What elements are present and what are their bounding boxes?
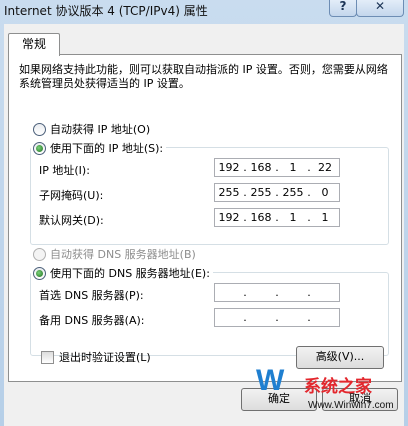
ip-octet-2: 168 <box>250 161 272 174</box>
gateway-input[interactable]: 192. 168. 1. 1 <box>214 208 340 227</box>
octet-dot: . <box>243 286 247 299</box>
ip-manual-label: 使用下面的 IP 地址(S): <box>50 142 164 155</box>
gw-octet-2: 168 <box>250 211 272 224</box>
octet-dot: . <box>307 286 311 299</box>
gw-octet-1: 192 <box>218 211 240 224</box>
subnet-mask-input[interactable]: 255. 255. 255. 0 <box>214 183 340 202</box>
help-button[interactable]: ? <box>329 0 357 17</box>
alternate-dns-label: 备用 DNS 服务器(A): <box>39 314 145 327</box>
ip-manual-radio[interactable] <box>33 141 46 155</box>
gw-octet-3: 1 <box>289 211 297 224</box>
window-title: Internet 协议版本 4 (TCP/IPv4) 属性 <box>4 4 208 18</box>
title-bar[interactable]: Internet 协议版本 4 (TCP/IPv4) 属性 ? ✕ <box>0 0 408 24</box>
octet-dot: . <box>275 311 279 324</box>
mask-octet-2: 255 <box>250 186 272 199</box>
ip-address-label: IP 地址(I): <box>39 164 90 177</box>
ip-octet-1: 192 <box>218 161 240 174</box>
ip-address-input[interactable]: 192. 168. 1. 22 <box>214 158 340 177</box>
dns-auto-radio <box>33 247 46 261</box>
tab-panel-general: 如果网络支持此功能，则可以获取自动指派的 IP 设置。否则，您需要从网络系统管理… <box>8 54 402 382</box>
validate-settings-option[interactable]: 退出时验证设置(L) <box>41 349 151 365</box>
gateway-label: 默认网关(D): <box>39 214 104 227</box>
watermark-url: Www.Winwin7.com <box>308 400 394 411</box>
description-text: 如果网络支持此功能，则可以获取自动指派的 IP 设置。否则，您需要从网络系统管理… <box>19 63 388 90</box>
dns-manual-option[interactable]: 使用下面的 DNS 服务器地址(E): <box>31 265 213 281</box>
octet-dot: . <box>275 286 279 299</box>
mask-octet-1: 255 <box>218 186 240 199</box>
octet-dot: . <box>307 311 311 324</box>
ip-octet-4: 22 <box>318 161 332 174</box>
watermark: W 系统之家 Www.Winwin7.com <box>256 358 408 426</box>
watermark-logo: W <box>256 364 285 397</box>
watermark-title: 系统之家 <box>304 377 372 397</box>
close-button[interactable]: ✕ <box>356 0 404 17</box>
dns-auto-label: 自动获得 DNS 服务器地址(B) <box>50 248 196 261</box>
validate-settings-checkbox[interactable] <box>41 350 54 364</box>
ip-manual-option[interactable]: 使用下面的 IP 地址(S): <box>31 140 167 156</box>
validate-settings-label: 退出时验证设置(L) <box>59 351 151 364</box>
ip-auto-option[interactable]: 自动获得 IP 地址(O) <box>31 121 154 137</box>
mask-octet-4: 0 <box>321 186 329 199</box>
gw-octet-4: 1 <box>321 211 329 224</box>
octet-dot: . <box>243 311 247 324</box>
ip-octet-3: 1 <box>289 161 297 174</box>
dialog-window: Internet 协议版本 4 (TCP/IPv4) 属性 ? ✕ 常规 如果网… <box>0 0 408 426</box>
mask-octet-3: 255 <box>282 186 304 199</box>
ip-auto-radio[interactable] <box>33 122 46 136</box>
alternate-dns-input[interactable]: . . . <box>214 308 340 327</box>
subnet-mask-label: 子网掩码(U): <box>39 189 104 202</box>
ip-auto-label: 自动获得 IP 地址(O) <box>50 123 151 136</box>
preferred-dns-label: 首选 DNS 服务器(P): <box>39 289 144 302</box>
tab-general[interactable]: 常规 <box>8 33 60 56</box>
preferred-dns-input[interactable]: . . . <box>214 283 340 302</box>
dns-manual-label: 使用下面的 DNS 服务器地址(E): <box>50 267 210 280</box>
dns-auto-option: 自动获得 DNS 服务器地址(B) <box>31 246 199 262</box>
dns-manual-radio[interactable] <box>33 266 46 280</box>
